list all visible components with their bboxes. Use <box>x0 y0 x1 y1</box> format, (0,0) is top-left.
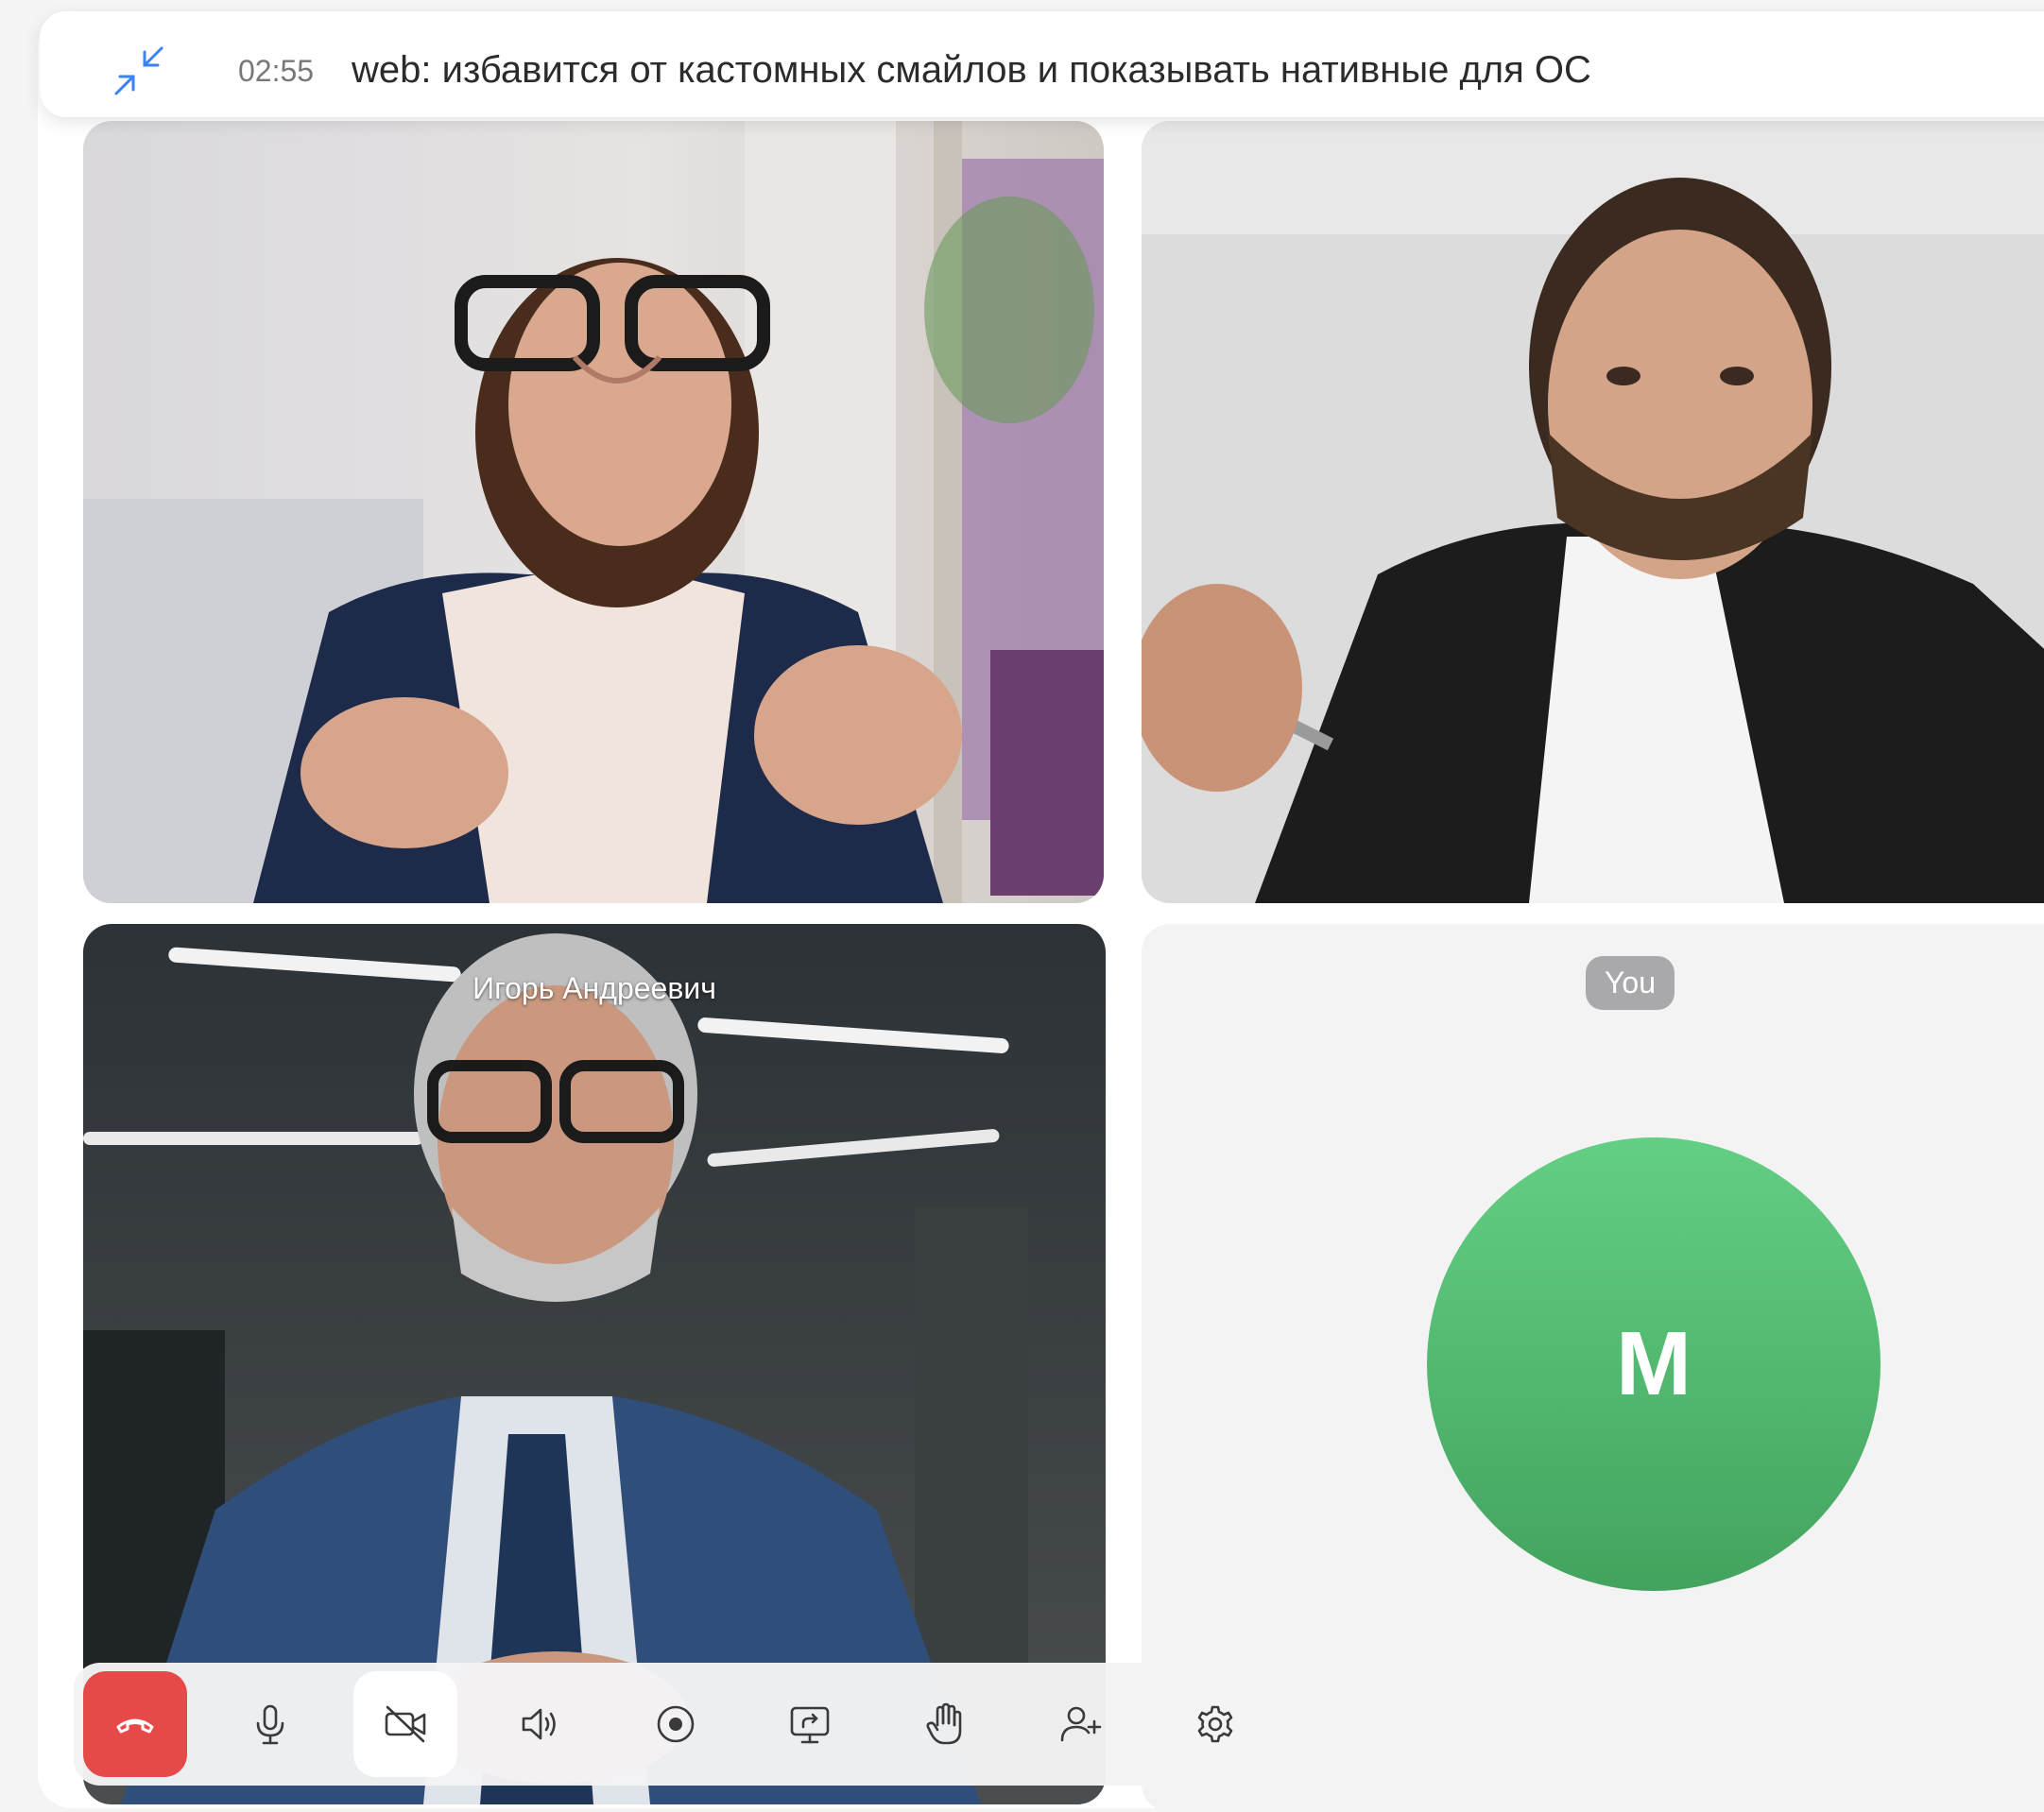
speaker-icon <box>522 1708 556 1740</box>
call-title: web: избавится от кастомных смайлов и по… <box>352 49 1591 91</box>
microphone-icon <box>256 1704 284 1745</box>
record-button[interactable] <box>624 1671 728 1777</box>
screen-share-button[interactable] <box>758 1671 862 1777</box>
participant-name-label: Игорь Андреевич <box>472 971 716 1005</box>
call-header: 02:55 web: избавится от кастомных смайло… <box>40 11 2044 117</box>
speaker-button[interactable] <box>489 1671 593 1777</box>
settings-icon <box>1197 1705 1233 1743</box>
participant-name-label: You <box>1586 956 1675 1010</box>
minimize-arrows-icon <box>114 46 163 95</box>
record-icon <box>657 1705 694 1743</box>
camera-toggle-button[interactable] <box>352 1671 457 1777</box>
settings-button[interactable] <box>1163 1671 1267 1777</box>
participant-video-image <box>83 121 1104 903</box>
camera-off-icon <box>385 1705 426 1743</box>
avatar: M <box>1427 1137 1881 1591</box>
end-call-button[interactable] <box>83 1671 187 1777</box>
avatar-initial: M <box>1616 1313 1692 1414</box>
hang-up-icon <box>116 1718 154 1734</box>
participant-video-2[interactable] <box>1142 121 2044 903</box>
participant-video-1[interactable] <box>83 121 1104 903</box>
participant-video-image <box>1142 121 2044 903</box>
collapse-button[interactable] <box>106 38 172 104</box>
raise-hand-icon <box>926 1702 962 1745</box>
screen-share-icon <box>791 1706 830 1744</box>
call-timer: 02:55 <box>238 54 315 88</box>
add-participant-button[interactable] <box>1028 1671 1132 1777</box>
add-participant-icon <box>1060 1706 1102 1742</box>
microphone-button[interactable] <box>218 1671 322 1777</box>
call-toolbar <box>74 1663 1298 1786</box>
raise-hand-button[interactable] <box>893 1671 997 1777</box>
